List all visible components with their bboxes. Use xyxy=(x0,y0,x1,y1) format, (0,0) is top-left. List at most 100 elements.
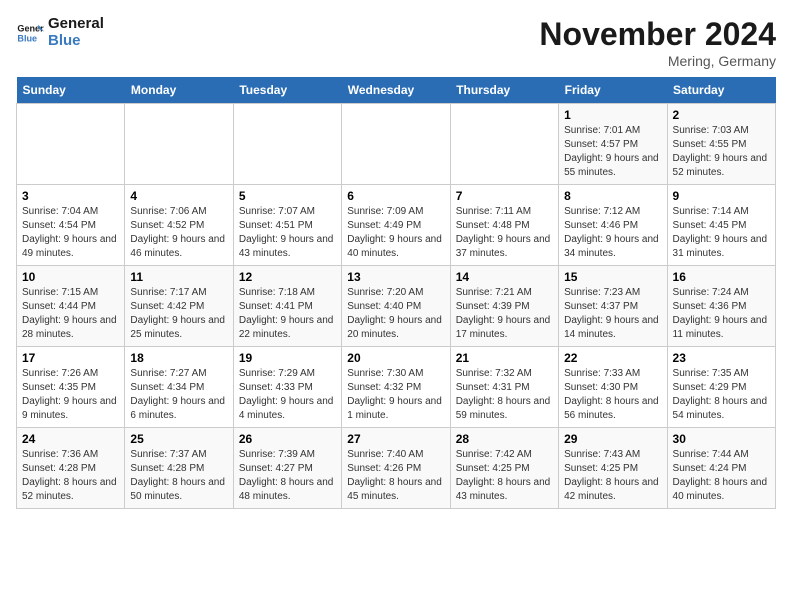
calendar-cell: 13 Sunrise: 7:20 AMSunset: 4:40 PMDayligh… xyxy=(342,266,450,347)
day-info: Sunrise: 7:11 AMSunset: 4:48 PMDaylight:… xyxy=(456,205,553,261)
day-number: 27 xyxy=(347,432,444,446)
calendar-cell: 27 Sunrise: 7:40 AMSunset: 4:26 PMDayligh… xyxy=(342,428,450,509)
day-number: 19 xyxy=(239,351,336,365)
calendar-cell: 30 Sunrise: 7:44 AMSunset: 4:24 PMDayligh… xyxy=(667,428,775,509)
calendar-cell: 8 Sunrise: 7:12 AMSunset: 4:46 PMDaylight… xyxy=(559,185,667,266)
day-number: 24 xyxy=(22,432,119,446)
location: Mering, Germany xyxy=(539,53,776,69)
day-number: 30 xyxy=(673,432,770,446)
calendar-cell: 29 Sunrise: 7:43 AMSunset: 4:25 PMDayligh… xyxy=(559,428,667,509)
logo-blue: Blue xyxy=(48,33,104,50)
day-info: Sunrise: 7:32 AMSunset: 4:31 PMDaylight:… xyxy=(456,367,553,423)
calendar-cell: 5Sunrise: 7:07 AMSunset: 4:51 PMDaylight… xyxy=(233,185,341,266)
header-tuesday: Tuesday xyxy=(233,77,341,104)
calendar-cell: 17Sunrise: 7:26 AMSunset: 4:35 PMDayligh… xyxy=(17,347,125,428)
day-info: Sunrise: 7:40 AMSunset: 4:26 PMDaylight:… xyxy=(347,448,444,504)
calendar-cell: 23 Sunrise: 7:35 AMSunset: 4:29 PMDayligh… xyxy=(667,347,775,428)
calendar-header-row: SundayMondayTuesdayWednesdayThursdayFrid… xyxy=(17,77,776,104)
week-row-3: 17Sunrise: 7:26 AMSunset: 4:35 PMDayligh… xyxy=(17,347,776,428)
week-row-0: 1 Sunrise: 7:01 AMSunset: 4:57 PMDaylight… xyxy=(17,104,776,185)
day-number: 23 xyxy=(673,351,770,365)
header-saturday: Saturday xyxy=(667,77,775,104)
day-info: Sunrise: 7:12 AMSunset: 4:46 PMDaylight:… xyxy=(564,205,661,261)
day-number: 9 xyxy=(673,189,770,203)
calendar-cell: 2Sunrise: 7:03 AMSunset: 4:55 PMDaylight… xyxy=(667,104,775,185)
day-info: Sunrise: 7:17 AMSunset: 4:42 PMDaylight:… xyxy=(130,286,227,342)
calendar-cell: 6 Sunrise: 7:09 AMSunset: 4:49 PMDaylight… xyxy=(342,185,450,266)
day-info: Sunrise: 7:23 AMSunset: 4:37 PMDaylight:… xyxy=(564,286,661,342)
logo-icon: General Blue xyxy=(16,19,44,47)
week-row-2: 10Sunrise: 7:15 AMSunset: 4:44 PMDayligh… xyxy=(17,266,776,347)
day-number: 8 xyxy=(564,189,661,203)
day-info: Sunrise: 7:44 AMSunset: 4:24 PMDaylight:… xyxy=(673,448,770,504)
header-thursday: Thursday xyxy=(450,77,558,104)
day-number: 16 xyxy=(673,270,770,284)
day-number: 13 xyxy=(347,270,444,284)
day-info: Sunrise: 7:39 AMSunset: 4:27 PMDaylight:… xyxy=(239,448,336,504)
week-row-4: 24 Sunrise: 7:36 AMSunset: 4:28 PMDayligh… xyxy=(17,428,776,509)
day-number: 26 xyxy=(239,432,336,446)
day-number: 1 xyxy=(564,108,661,122)
calendar-cell: 21 Sunrise: 7:32 AMSunset: 4:31 PMDayligh… xyxy=(450,347,558,428)
day-number: 29 xyxy=(564,432,661,446)
day-info: Sunrise: 7:36 AMSunset: 4:28 PMDaylight:… xyxy=(22,448,119,504)
day-number: 2 xyxy=(673,108,770,122)
week-row-1: 3Sunrise: 7:04 AMSunset: 4:54 PMDaylight… xyxy=(17,185,776,266)
header: General Blue General Blue November 2024 … xyxy=(16,16,776,69)
svg-text:Blue: Blue xyxy=(17,33,37,43)
day-info: Sunrise: 7:37 AMSunset: 4:28 PMDaylight:… xyxy=(130,448,227,504)
calendar-cell: 28 Sunrise: 7:42 AMSunset: 4:25 PMDayligh… xyxy=(450,428,558,509)
day-number: 28 xyxy=(456,432,553,446)
title-area: November 2024 Mering, Germany xyxy=(539,16,776,69)
header-wednesday: Wednesday xyxy=(342,77,450,104)
month-title: November 2024 xyxy=(539,16,776,53)
day-info: Sunrise: 7:09 AMSunset: 4:49 PMDaylight:… xyxy=(347,205,444,261)
day-info: Sunrise: 7:26 AMSunset: 4:35 PMDaylight:… xyxy=(22,367,119,423)
day-info: Sunrise: 7:43 AMSunset: 4:25 PMDaylight:… xyxy=(564,448,661,504)
calendar-cell: 12 Sunrise: 7:18 AMSunset: 4:41 PMDayligh… xyxy=(233,266,341,347)
calendar-cell: 4Sunrise: 7:06 AMSunset: 4:52 PMDaylight… xyxy=(125,185,233,266)
calendar-cell: 14 Sunrise: 7:21 AMSunset: 4:39 PMDayligh… xyxy=(450,266,558,347)
calendar-cell xyxy=(450,104,558,185)
day-number: 6 xyxy=(347,189,444,203)
day-info: Sunrise: 7:06 AMSunset: 4:52 PMDaylight:… xyxy=(130,205,227,261)
calendar-cell: 19Sunrise: 7:29 AMSunset: 4:33 PMDayligh… xyxy=(233,347,341,428)
calendar-cell xyxy=(233,104,341,185)
day-number: 15 xyxy=(564,270,661,284)
day-info: Sunrise: 7:18 AMSunset: 4:41 PMDaylight:… xyxy=(239,286,336,342)
day-number: 18 xyxy=(130,351,227,365)
day-info: Sunrise: 7:01 AMSunset: 4:57 PMDaylight:… xyxy=(564,124,661,180)
calendar-cell: 24 Sunrise: 7:36 AMSunset: 4:28 PMDayligh… xyxy=(17,428,125,509)
calendar-cell: 10Sunrise: 7:15 AMSunset: 4:44 PMDayligh… xyxy=(17,266,125,347)
day-number: 25 xyxy=(130,432,227,446)
day-number: 14 xyxy=(456,270,553,284)
calendar-cell: 20Sunrise: 7:30 AMSunset: 4:32 PMDayligh… xyxy=(342,347,450,428)
day-info: Sunrise: 7:35 AMSunset: 4:29 PMDaylight:… xyxy=(673,367,770,423)
logo: General Blue General Blue xyxy=(16,16,104,49)
logo-general: General xyxy=(48,16,104,33)
day-number: 21 xyxy=(456,351,553,365)
calendar-cell: 15 Sunrise: 7:23 AMSunset: 4:37 PMDayligh… xyxy=(559,266,667,347)
day-number: 11 xyxy=(130,270,227,284)
calendar-cell: 22Sunrise: 7:33 AMSunset: 4:30 PMDayligh… xyxy=(559,347,667,428)
day-info: Sunrise: 7:24 AMSunset: 4:36 PMDaylight:… xyxy=(673,286,770,342)
day-number: 3 xyxy=(22,189,119,203)
calendar-cell: 16 Sunrise: 7:24 AMSunset: 4:36 PMDayligh… xyxy=(667,266,775,347)
day-info: Sunrise: 7:20 AMSunset: 4:40 PMDaylight:… xyxy=(347,286,444,342)
day-number: 12 xyxy=(239,270,336,284)
day-info: Sunrise: 7:33 AMSunset: 4:30 PMDaylight:… xyxy=(564,367,661,423)
day-info: Sunrise: 7:07 AMSunset: 4:51 PMDaylight:… xyxy=(239,205,336,261)
day-info: Sunrise: 7:21 AMSunset: 4:39 PMDaylight:… xyxy=(456,286,553,342)
calendar-cell: 26 Sunrise: 7:39 AMSunset: 4:27 PMDayligh… xyxy=(233,428,341,509)
day-info: Sunrise: 7:14 AMSunset: 4:45 PMDaylight:… xyxy=(673,205,770,261)
day-info: Sunrise: 7:42 AMSunset: 4:25 PMDaylight:… xyxy=(456,448,553,504)
calendar-cell xyxy=(125,104,233,185)
calendar-cell: 1 Sunrise: 7:01 AMSunset: 4:57 PMDaylight… xyxy=(559,104,667,185)
day-number: 10 xyxy=(22,270,119,284)
header-friday: Friday xyxy=(559,77,667,104)
day-number: 7 xyxy=(456,189,553,203)
calendar-cell: 25 Sunrise: 7:37 AMSunset: 4:28 PMDayligh… xyxy=(125,428,233,509)
header-sunday: Sunday xyxy=(17,77,125,104)
calendar-cell xyxy=(342,104,450,185)
calendar-cell: 18Sunrise: 7:27 AMSunset: 4:34 PMDayligh… xyxy=(125,347,233,428)
